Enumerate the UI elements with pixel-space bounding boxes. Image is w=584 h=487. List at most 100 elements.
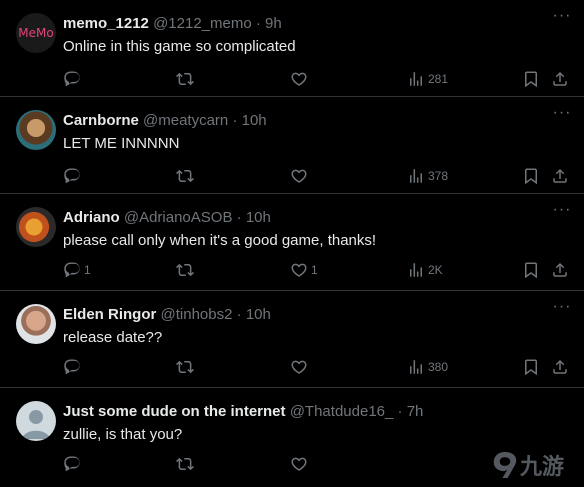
retweet-button[interactable] <box>176 166 194 186</box>
tweet-actions: 378 <box>0 166 584 186</box>
avatar[interactable]: MeMo <box>16 13 56 53</box>
user-handle[interactable]: @AdrianoASOB <box>124 209 233 226</box>
retweet-button[interactable] <box>176 69 194 89</box>
bookmark-icon <box>525 71 537 88</box>
tweet-header: Adriano @AdrianoASOB · 10h <box>63 209 271 227</box>
views-chart-icon <box>410 169 422 183</box>
tweet[interactable]: MeMo memo_1212 @1212_memo · 9h ··· Onlin… <box>0 0 584 97</box>
retweet-button[interactable] <box>176 260 194 280</box>
timestamp[interactable]: 10h <box>242 112 267 129</box>
share-icon <box>553 168 567 183</box>
tweet-header: Elden Ringor @tinhobs2 · 10h <box>63 306 271 324</box>
reply-icon <box>64 168 80 184</box>
more-options-icon[interactable]: ··· <box>552 299 572 321</box>
views-chart-icon <box>410 263 422 277</box>
heart-icon <box>291 72 307 86</box>
view-count: 281 <box>428 72 449 86</box>
share-icon <box>553 262 567 277</box>
avatar[interactable] <box>16 401 56 441</box>
bookmark-button[interactable] <box>522 260 540 280</box>
user-handle[interactable]: @meatycarn <box>143 112 228 129</box>
like-button[interactable] <box>290 166 311 186</box>
reply-button[interactable] <box>63 454 84 474</box>
bookmark-button[interactable] <box>522 166 540 186</box>
reply-button[interactable] <box>63 166 84 186</box>
share-icon <box>553 71 567 86</box>
tweet-header: Carnborne @meatycarn · 10h <box>63 112 267 130</box>
share-button[interactable] <box>551 260 569 280</box>
watermark-logo: 九游 <box>492 446 584 484</box>
share-button[interactable] <box>551 357 569 377</box>
view-count: 380 <box>428 360 449 374</box>
reply-icon <box>64 262 80 278</box>
avatar-label: MeMo <box>18 26 54 40</box>
default-avatar-icon <box>22 410 50 439</box>
timeline-feed: MeMo memo_1212 @1212_memo · 9h ··· Onlin… <box>0 0 584 487</box>
tweet-text: LET ME INNNNN <box>63 135 180 152</box>
more-options-icon[interactable]: ··· <box>552 8 572 30</box>
display-name[interactable]: Just some dude on the internet <box>63 403 286 420</box>
avatar[interactable] <box>16 207 56 247</box>
reply-button[interactable]: 1 <box>63 260 91 280</box>
views-chart-icon <box>410 72 422 86</box>
display-name[interactable]: Adriano <box>63 209 120 226</box>
separator: · <box>236 209 242 226</box>
retweet-icon <box>176 72 194 86</box>
watermark-text: 九游 <box>520 455 565 480</box>
like-button[interactable] <box>290 69 311 89</box>
views-button[interactable]: 281 <box>407 69 448 89</box>
retweet-icon <box>176 263 194 277</box>
timestamp[interactable]: 10h <box>246 209 271 226</box>
more-options-icon[interactable]: ··· <box>552 202 572 224</box>
heart-icon <box>291 360 307 374</box>
reply-button[interactable] <box>63 69 84 89</box>
retweet-icon <box>176 457 194 471</box>
views-button[interactable]: 378 <box>407 166 448 186</box>
bookmark-icon <box>525 359 537 376</box>
like-button[interactable] <box>290 454 311 474</box>
tweet[interactable]: Adriano @AdrianoASOB · 10h ··· please ca… <box>0 194 584 291</box>
display-name[interactable]: Carnborne <box>63 112 139 129</box>
tweet-header: memo_1212 @1212_memo · 9h <box>63 15 282 33</box>
timestamp[interactable]: 10h <box>246 306 271 323</box>
display-name[interactable]: Elden Ringor <box>63 306 156 323</box>
tweet[interactable]: Elden Ringor @tinhobs2 · 10h ··· release… <box>0 291 584 388</box>
views-button[interactable]: 2K <box>407 260 443 280</box>
avatar[interactable] <box>16 110 56 150</box>
share-button[interactable] <box>551 69 569 89</box>
bookmark-icon <box>525 168 537 185</box>
more-options-icon[interactable]: ··· <box>552 105 572 127</box>
like-button[interactable] <box>290 357 311 377</box>
tweet-actions: 1 1 2K <box>0 260 584 280</box>
bookmark-button[interactable] <box>522 69 540 89</box>
heart-icon <box>291 263 307 277</box>
views-button[interactable]: 380 <box>407 357 448 377</box>
retweet-button[interactable] <box>176 454 194 474</box>
timestamp[interactable]: 7h <box>407 403 424 420</box>
retweet-icon <box>176 169 194 183</box>
user-handle[interactable]: @Thatdude16_ <box>290 403 394 420</box>
avatar[interactable] <box>16 304 56 344</box>
view-count: 378 <box>428 169 449 183</box>
reply-icon <box>64 359 80 375</box>
share-button[interactable] <box>551 166 569 186</box>
tweet-actions: 380 <box>0 357 584 377</box>
timestamp[interactable]: 9h <box>265 15 282 32</box>
tweet-text: zullie, is that you? <box>63 426 183 443</box>
views-chart-icon <box>410 360 422 374</box>
retweet-button[interactable] <box>176 357 194 377</box>
tweet[interactable]: Carnborne @meatycarn · 10h ··· LET ME IN… <box>0 97 584 194</box>
separator: · <box>236 306 242 323</box>
separator: · <box>255 15 261 32</box>
retweet-icon <box>176 360 194 374</box>
display-name[interactable]: memo_1212 <box>63 15 149 32</box>
tweet-text: release date?? <box>63 329 163 346</box>
reply-button[interactable] <box>63 357 84 377</box>
tweet-actions: 281 <box>0 69 584 89</box>
bookmark-button[interactable] <box>522 357 540 377</box>
user-handle[interactable]: @1212_memo <box>153 15 252 32</box>
like-button[interactable]: 1 <box>290 260 318 280</box>
reply-icon <box>64 71 80 87</box>
tweet-text: please call only when it's a good game, … <box>63 232 377 249</box>
user-handle[interactable]: @tinhobs2 <box>161 306 233 323</box>
